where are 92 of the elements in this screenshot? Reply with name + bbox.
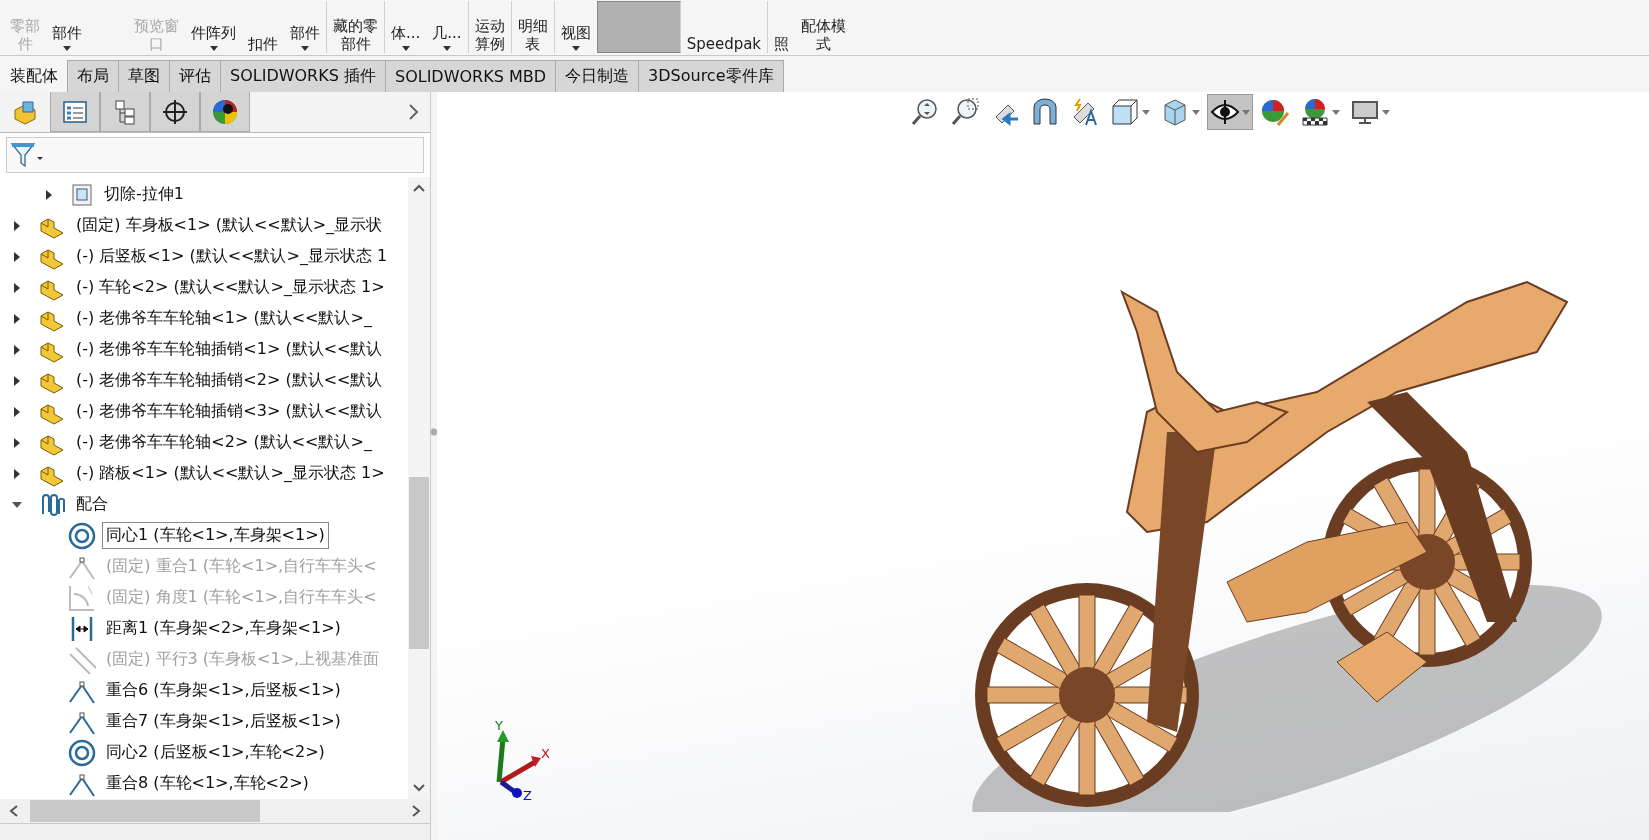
caret-icon (1142, 109, 1150, 115)
caret-icon (1332, 109, 1340, 115)
axis-label: Y (495, 720, 503, 733)
tab[interactable]: 评估 (169, 60, 221, 92)
expand-arrow-icon[interactable] (12, 220, 22, 231)
tab[interactable]: 布局 (67, 60, 119, 92)
color-ball-icon (211, 97, 239, 126)
vertical-scrollbar[interactable] (408, 177, 430, 799)
view-toolbar-button[interactable] (1207, 94, 1253, 130)
tree-item[interactable]: (-) 老佛爷车车轮轴插销<1> (默认<<默认 (72, 336, 387, 363)
tree-item[interactable]: (-) 后竖板<1> (默认<<默认>_显示状态 1 (72, 243, 392, 270)
tab[interactable]: 今日制造 (555, 60, 640, 92)
scroll-down-icon[interactable] (412, 783, 426, 793)
expand-arrow-icon[interactable] (12, 468, 22, 479)
chevron-right-icon[interactable] (408, 103, 420, 121)
tree-item[interactable]: (-) 老佛爷车车轮轴插销<3> (默认<<默认 (72, 398, 387, 425)
scroll-right-icon[interactable] (410, 804, 422, 818)
hide-show-icon (1210, 97, 1240, 127)
tree-item[interactable]: (固定) 车身板<1> (默认<<默认>_显示状 (72, 212, 387, 239)
tree-item[interactable]: (-) 老佛爷车车轮轴<2> (默认<<默认>_ (72, 429, 376, 456)
scene-icon (1300, 97, 1330, 127)
expand-arrow-icon[interactable] (12, 344, 22, 355)
ribbon-button[interactable]: 照 (768, 1, 796, 53)
tree-item[interactable]: (-) 老佛爷车车轮轴<1> (默认<<默认>_ (72, 305, 376, 332)
concentric-icon (68, 738, 96, 767)
tree-item[interactable]: 切除-拉伸1 (100, 181, 188, 208)
y-axis-arrow (496, 730, 509, 783)
caret-icon (63, 46, 71, 51)
mate-item[interactable]: 重合8 (车轮<1>,车轮<2>) (102, 770, 313, 797)
collapse-arrow-icon[interactable] (12, 499, 22, 510)
caret-icon (571, 46, 580, 51)
tab[interactable]: 3DSource零件库 (638, 60, 784, 92)
expand-arrow-icon[interactable] (12, 406, 22, 417)
ribbon-button[interactable]: 视图 (554, 1, 597, 53)
scroll-left-icon[interactable] (8, 804, 20, 818)
axis-label: X (541, 746, 550, 761)
caret-icon (401, 46, 410, 51)
x-axis-arrow (499, 756, 541, 785)
filter-field[interactable] (6, 137, 424, 173)
ribbon-button[interactable]: 部件 (46, 1, 88, 53)
tree-item[interactable]: 配合 (72, 491, 112, 518)
zoom-fit-icon (910, 97, 940, 127)
caret-icon (1382, 109, 1390, 115)
mate-item[interactable]: 重合6 (车身架<1>,后竖板<1>) (102, 677, 345, 704)
crosshair-icon (161, 97, 189, 126)
mate-item[interactable]: 同心2 (后竖板<1>,车轮<2>) (102, 739, 329, 766)
expand-arrow-icon[interactable] (12, 375, 22, 386)
tree-item[interactable]: (-) 踏板<1> (默认<<默认>_显示状态 1> (72, 460, 389, 487)
axis-label: Z (523, 788, 532, 800)
expand-arrow-icon[interactable] (12, 313, 22, 324)
expand-arrow-icon[interactable] (12, 282, 22, 293)
tab[interactable]: SOLIDWORKS 插件 (220, 60, 386, 92)
ribbon-button[interactable]: 运动 算例 (468, 1, 512, 53)
parallel-icon (68, 645, 96, 674)
scroll-up-icon[interactable] (412, 183, 426, 193)
z-axis-arrow (499, 779, 522, 798)
ribbon-button[interactable]: 明细 表 (511, 1, 555, 53)
caret-icon (301, 46, 309, 51)
expand-arrow-icon[interactable] (12, 437, 22, 448)
panel-tab[interactable] (150, 92, 200, 132)
splitter-handle[interactable] (431, 92, 437, 840)
ribbon-button[interactable]: 扣件 (242, 1, 284, 53)
tree-item[interactable]: (-) 车轮<2> (默认<<默认>_显示状态 1> (72, 274, 389, 301)
ribbon-button[interactable]: 配体模 式 (795, 1, 853, 53)
horizontal-scrollbar[interactable] (0, 799, 430, 823)
panel-tab[interactable] (200, 92, 250, 132)
angle-icon (68, 583, 96, 612)
ribbon-button[interactable]: Speedpak (680, 1, 769, 53)
cut-extrude-icon (70, 181, 94, 208)
zoom-area-icon (950, 97, 980, 127)
mate-item[interactable]: 同心1 (车轮<1>,车身架<1>) (102, 522, 329, 549)
tab[interactable]: SOLIDWORKS MBD (384, 60, 557, 92)
caret-icon (209, 46, 218, 51)
ribbon-button[interactable]: 藏的零 部件 (327, 1, 385, 53)
caret-icon (442, 46, 451, 51)
tab[interactable]: 草图 (118, 60, 170, 92)
ribbon-button[interactable]: 部件 (284, 1, 327, 53)
ribbon-button[interactable]: 体... (385, 1, 427, 53)
appearance-icon (1260, 97, 1290, 127)
expand-arrow-icon[interactable] (12, 251, 22, 262)
tree-item[interactable]: (-) 老佛爷车车轮轴插销<2> (默认<<默认 (72, 367, 387, 394)
caret-icon (1192, 109, 1200, 115)
orientation-icon (1110, 97, 1140, 127)
expand-arrow-icon[interactable] (44, 189, 54, 200)
section-icon (1030, 97, 1060, 127)
mate-item[interactable]: 重合7 (车身架<1>,后竖板<1>) (102, 708, 345, 735)
filter-icon (9, 140, 45, 170)
concentric-icon (68, 521, 96, 550)
ribbon-button[interactable]: 件阵列 (185, 1, 242, 53)
ribbon-button[interactable]: 几... (426, 1, 469, 53)
caret-icon (1242, 109, 1250, 115)
mate-item[interactable]: 距离1 (车身架<2>,车身架<1>) (102, 615, 345, 642)
